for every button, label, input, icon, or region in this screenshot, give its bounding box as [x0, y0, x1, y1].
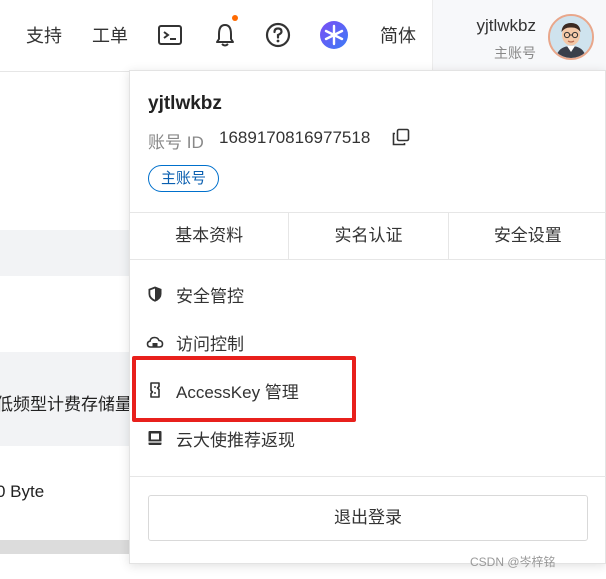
top-navigation-bar: 支持 工单 简体 yjtlwkbz 主账号 — [0, 0, 606, 72]
menu-item-access-control[interactable]: 访问控制 — [146, 328, 244, 356]
copy-icon[interactable] — [392, 128, 410, 146]
support-link[interactable]: 支持 — [26, 24, 62, 48]
account-id-label: 账号 ID — [148, 133, 204, 152]
background-table-header — [0, 230, 140, 276]
menu-item-label: 访问控制 — [176, 334, 244, 354]
cloud-icon — [146, 333, 164, 351]
language-switch[interactable]: 简体 — [380, 24, 416, 48]
tab-real-name[interactable]: 实名认证 — [289, 213, 449, 259]
background-scrollbar — [0, 540, 140, 554]
account-type-badge: 主账号 — [148, 165, 220, 192]
account-name: yjtlwkbz — [148, 93, 222, 114]
account-id-value: 1689170816977518 — [219, 128, 371, 147]
logout-button[interactable]: 退出登录 — [148, 495, 588, 541]
help-icon[interactable] — [265, 22, 291, 48]
background-size-value: 0 Byte — [0, 482, 45, 501]
app-logo-icon[interactable] — [319, 20, 349, 50]
menu-item-label: 云大使推荐返现 — [176, 430, 295, 450]
menu-item-referral-cashback[interactable]: 云大使推荐返现 — [146, 424, 295, 452]
panel-divider — [130, 476, 606, 477]
user-dropdown-panel: yjtlwkbz 账号 ID 1689170816977518 主账号 基本资料… — [129, 70, 606, 564]
menu-item-security-control[interactable]: 安全管控 — [146, 280, 244, 308]
account-tabs: 基本资料 实名认证 安全设置 — [130, 212, 606, 260]
menu-item-label: 安全管控 — [176, 286, 244, 306]
shield-icon — [146, 285, 164, 303]
notification-dot — [232, 15, 238, 21]
book-icon — [146, 429, 164, 447]
ticket-link[interactable]: 工单 — [92, 24, 128, 48]
terminal-icon[interactable] — [157, 22, 183, 48]
tab-basic-info[interactable]: 基本资料 — [130, 213, 290, 259]
avatar[interactable] — [548, 14, 594, 60]
user-role: 主账号 — [494, 45, 536, 61]
watermark: CSDN @岑梓铭 — [470, 555, 556, 569]
user-name: yjtlwkbz — [476, 16, 536, 35]
bell-icon[interactable] — [212, 22, 238, 48]
background-row-label: 低频型计费存储量 — [0, 395, 132, 414]
annotation-highlight-box — [132, 356, 356, 422]
tab-security-settings[interactable]: 安全设置 — [449, 213, 606, 259]
